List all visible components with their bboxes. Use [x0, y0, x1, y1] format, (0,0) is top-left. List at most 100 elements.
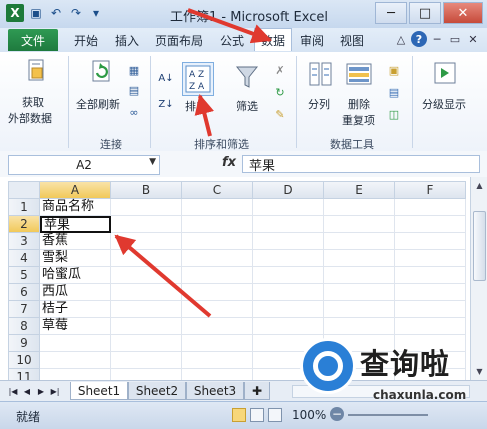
tab-view[interactable]: 视图: [340, 32, 364, 49]
scroll-up-icon[interactable]: ▲: [473, 179, 486, 191]
text-to-columns-label[interactable]: 分列: [308, 96, 330, 112]
sheet-tab-3[interactable]: Sheet3: [186, 382, 244, 400]
data-validation-icon[interactable]: ▣: [386, 62, 402, 78]
grid-cell[interactable]: [111, 301, 182, 318]
formula-input[interactable]: 苹果: [242, 155, 480, 174]
column-header-c[interactable]: C: [182, 181, 253, 199]
filter-icon[interactable]: [234, 62, 260, 92]
grid-cell[interactable]: [40, 335, 111, 352]
text-to-columns-icon[interactable]: [308, 60, 334, 90]
grid-cell[interactable]: [324, 216, 395, 233]
sort-a-to-z-icon[interactable]: A↓: [158, 70, 174, 86]
page-break-view-icon[interactable]: [268, 408, 282, 422]
doc-minimize-icon[interactable]: ─: [429, 31, 445, 47]
remove-duplicates-icon[interactable]: [344, 60, 374, 90]
normal-view-icon[interactable]: [232, 408, 246, 422]
scroll-down-icon[interactable]: ▼: [473, 365, 486, 377]
help-icon[interactable]: ?: [411, 31, 427, 47]
grid-cell[interactable]: [324, 284, 395, 301]
grid-cell[interactable]: [182, 233, 253, 250]
remove-duplicates-label-2[interactable]: 重复项: [342, 112, 375, 128]
minimize-button[interactable]: ─: [375, 2, 407, 24]
grid-cell[interactable]: [324, 318, 395, 335]
maximize-button[interactable]: □: [409, 2, 441, 24]
tab-review[interactable]: 审阅: [300, 32, 324, 49]
row-header[interactable]: 2: [8, 216, 40, 233]
sheet-tab-2[interactable]: Sheet2: [128, 382, 186, 400]
column-header-e[interactable]: E: [324, 181, 395, 199]
grid-cell[interactable]: [182, 301, 253, 318]
insert-function-icon[interactable]: fx: [222, 155, 236, 170]
grid-cell[interactable]: [111, 318, 182, 335]
active-cell[interactable]: 苹果: [40, 216, 111, 233]
grid-cell[interactable]: [324, 267, 395, 284]
grid-cell[interactable]: 桔子: [40, 301, 111, 318]
grid-cell[interactable]: 香蕉: [40, 233, 111, 250]
grid-cell[interactable]: [395, 233, 466, 250]
grid-cell[interactable]: [182, 199, 253, 216]
row-header[interactable]: 6: [8, 284, 40, 301]
column-header-b[interactable]: B: [111, 181, 182, 199]
tab-data[interactable]: 数据: [254, 28, 293, 51]
grid-cell[interactable]: [324, 233, 395, 250]
row-header[interactable]: 10: [8, 352, 40, 369]
reapply-icon[interactable]: ↻: [272, 84, 288, 100]
tab-formulas[interactable]: 公式: [220, 32, 244, 49]
grid-cell[interactable]: [111, 199, 182, 216]
grid-cell[interactable]: 雪梨: [40, 250, 111, 267]
tab-page-layout[interactable]: 页面布局: [155, 32, 203, 49]
row-header[interactable]: 5: [8, 267, 40, 284]
grid-cell[interactable]: [395, 301, 466, 318]
clear-filter-icon[interactable]: ✗: [272, 62, 288, 78]
advanced-filter-icon[interactable]: ✎: [272, 106, 288, 122]
properties-icon[interactable]: ▤: [126, 82, 142, 98]
grid-cell[interactable]: [111, 284, 182, 301]
close-button[interactable]: ✕: [443, 2, 483, 24]
zoom-level[interactable]: 100%: [292, 408, 326, 422]
grid-cell[interactable]: [111, 352, 182, 369]
grid-cell[interactable]: [182, 335, 253, 352]
grid-cell[interactable]: [395, 199, 466, 216]
customize-toolbar-icon[interactable]: ▾: [88, 5, 104, 21]
first-sheet-icon[interactable]: |◀: [8, 385, 18, 397]
sort-z-to-a-icon[interactable]: Z↓: [158, 96, 174, 112]
grid-cell[interactable]: [182, 267, 253, 284]
grid-cell[interactable]: [111, 250, 182, 267]
prev-sheet-icon[interactable]: ◀: [22, 385, 32, 397]
grid-cell[interactable]: [253, 216, 324, 233]
zoom-out-icon[interactable]: −: [330, 407, 344, 421]
last-sheet-icon[interactable]: ▶|: [50, 385, 60, 397]
grid-cell[interactable]: [324, 199, 395, 216]
doc-restore-icon[interactable]: ▭: [447, 31, 463, 47]
row-header[interactable]: 7: [8, 301, 40, 318]
grid-cell[interactable]: [395, 284, 466, 301]
sort-label[interactable]: 排序: [185, 98, 207, 114]
insert-sheet-icon[interactable]: ✚: [244, 382, 270, 400]
tab-home[interactable]: 开始: [74, 32, 98, 49]
column-header-f[interactable]: F: [395, 181, 466, 199]
filter-label[interactable]: 筛选: [236, 98, 258, 114]
grid-cell[interactable]: [253, 233, 324, 250]
grid-cell[interactable]: [395, 216, 466, 233]
grid-cell[interactable]: 草莓: [40, 318, 111, 335]
outline-label[interactable]: 分级显示: [422, 96, 466, 112]
what-if-analysis-icon[interactable]: ◫: [386, 106, 402, 122]
grid-cell[interactable]: [395, 267, 466, 284]
row-header[interactable]: 4: [8, 250, 40, 267]
zoom-slider[interactable]: [348, 414, 428, 416]
grid-cell[interactable]: [182, 284, 253, 301]
grid-cell[interactable]: [111, 216, 182, 233]
scroll-thumb[interactable]: [473, 211, 486, 281]
grid-cell[interactable]: [182, 216, 253, 233]
outline-icon[interactable]: [432, 60, 458, 88]
grid-cell[interactable]: 西瓜: [40, 284, 111, 301]
grid-cell[interactable]: [395, 318, 466, 335]
row-header[interactable]: 3: [8, 233, 40, 250]
name-box-dropdown-icon[interactable]: ▼: [149, 157, 156, 167]
undo-icon[interactable]: ↶: [48, 5, 64, 21]
grid-cell[interactable]: [182, 318, 253, 335]
column-header-d[interactable]: D: [253, 181, 324, 199]
grid-cell[interactable]: [324, 301, 395, 318]
grid-cell[interactable]: [253, 284, 324, 301]
name-box[interactable]: A2 ▼: [8, 155, 160, 175]
